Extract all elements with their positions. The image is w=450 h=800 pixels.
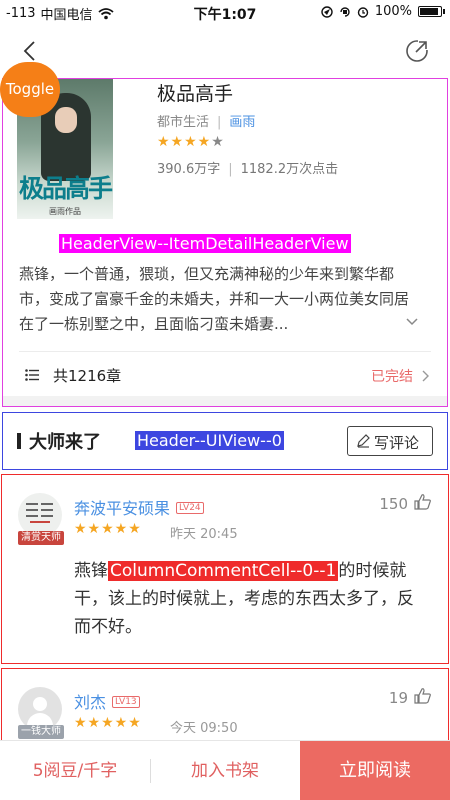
status-bar: -113 中国电信 下午1:07 100%: [0, 0, 450, 26]
nav-bar: [0, 26, 450, 76]
chapter-list-row[interactable]: 共1216章 已完结: [21, 364, 431, 388]
chapter-count: 共1216章: [53, 367, 122, 385]
book-intro[interactable]: 燕锋，一个普通，猥琐，但又充满神秘的少年来到繁华都市，变成了富豪千金的未婚夫，并…: [19, 262, 419, 337]
user-badge: 一钱大师: [18, 725, 64, 739]
write-review-label: 写评论: [374, 434, 420, 452]
word-count: 390.6万字: [157, 162, 221, 177]
book-author[interactable]: 画雨: [229, 115, 255, 130]
cover-face: [55, 107, 77, 133]
debug-label-comment-cell: ColumnCommentCell--0--1: [108, 561, 339, 581]
thumbs-up-icon[interactable]: [414, 687, 432, 705]
comment-username[interactable]: 刘杰 LV13: [74, 689, 140, 713]
comment-username[interactable]: 奔波平安硕果 LV24: [74, 495, 204, 519]
book-meta: 都市生活 | 画雨: [157, 115, 256, 130]
book-header: 极品高手 画雨作品 极品高手 都市生活 | 画雨 ★★★★★ 390.6万字 | 118…: [2, 78, 448, 407]
book-stats: 390.6万字 | 1182.2万次点击: [157, 162, 339, 177]
debug-label-header-view: HeaderView--ItemDetailHeaderView: [59, 234, 351, 253]
book-category: 都市生活: [157, 115, 210, 130]
bottom-action-bar: 5阅豆/千字 加入书架 立即阅读: [0, 740, 450, 800]
lock-rotation-icon: [340, 6, 350, 17]
click-count: 1182.2万次点击: [240, 162, 339, 177]
cover-title: 极品高手: [19, 174, 113, 203]
battery-icon: [418, 6, 445, 17]
cover-subtitle: 画雨作品: [49, 207, 81, 216]
like-count: 19: [388, 689, 408, 707]
comments-section-header: 大师来了 Header--UIView--0 写评论: [2, 412, 448, 470]
section-bar: [17, 433, 21, 449]
back-icon[interactable]: [18, 38, 44, 64]
write-review-button[interactable]: 写评论: [347, 426, 433, 456]
section-gap: [3, 396, 447, 406]
divider: [19, 351, 431, 352]
section-title: 大师来了: [29, 432, 101, 453]
chevron-down-icon[interactable]: [405, 317, 419, 327]
pen-icon: [357, 434, 370, 448]
thumbs-up-icon[interactable]: [414, 493, 432, 511]
comment-time: 昨天 20:45: [170, 527, 238, 542]
completion-status: 已完结: [371, 369, 413, 385]
debug-label-section-header: Header--UIView--0: [135, 431, 284, 450]
username-text: 刘杰: [74, 693, 107, 712]
like-count: 150: [379, 495, 408, 513]
comment-text-start: 燕锋: [74, 561, 108, 581]
user-badge: 清赏天师: [18, 531, 64, 545]
avatar-image: [26, 503, 53, 523]
chevron-right-icon: [422, 370, 429, 382]
comment-text: 燕锋 ColumnCommentCell--0--1 的时候就干，该上的时候就上，考…: [74, 557, 428, 641]
comment-cell[interactable]: 清赏天师 奔波平安硕果 LV24 ★★★★★ 昨天 20:45 150 燕锋 Col…: [1, 474, 449, 664]
location-icon: [321, 5, 333, 18]
comment-rating-stars: ★★★★★: [74, 521, 142, 537]
comment-time: 今天 09:50: [170, 721, 238, 736]
level-badge: LV13: [112, 695, 140, 708]
battery-percent: 100%: [374, 4, 412, 19]
comment-rating-stars: ★★★★★: [74, 715, 142, 731]
alarm-icon: [357, 6, 369, 18]
read-now-button[interactable]: 立即阅读: [300, 741, 450, 800]
price-label[interactable]: 5阅豆/千字: [0, 741, 150, 800]
toggle-button[interactable]: Toggle: [0, 62, 60, 117]
rating-stars: ★★★★★: [157, 134, 225, 150]
book-title: 极品高手: [157, 83, 234, 105]
level-badge: LV24: [176, 501, 204, 514]
share-icon[interactable]: [404, 38, 430, 64]
username-text: 奔波平安硕果: [74, 499, 171, 518]
list-icon: [25, 369, 39, 381]
add-to-shelf-button[interactable]: 加入书架: [150, 741, 300, 800]
